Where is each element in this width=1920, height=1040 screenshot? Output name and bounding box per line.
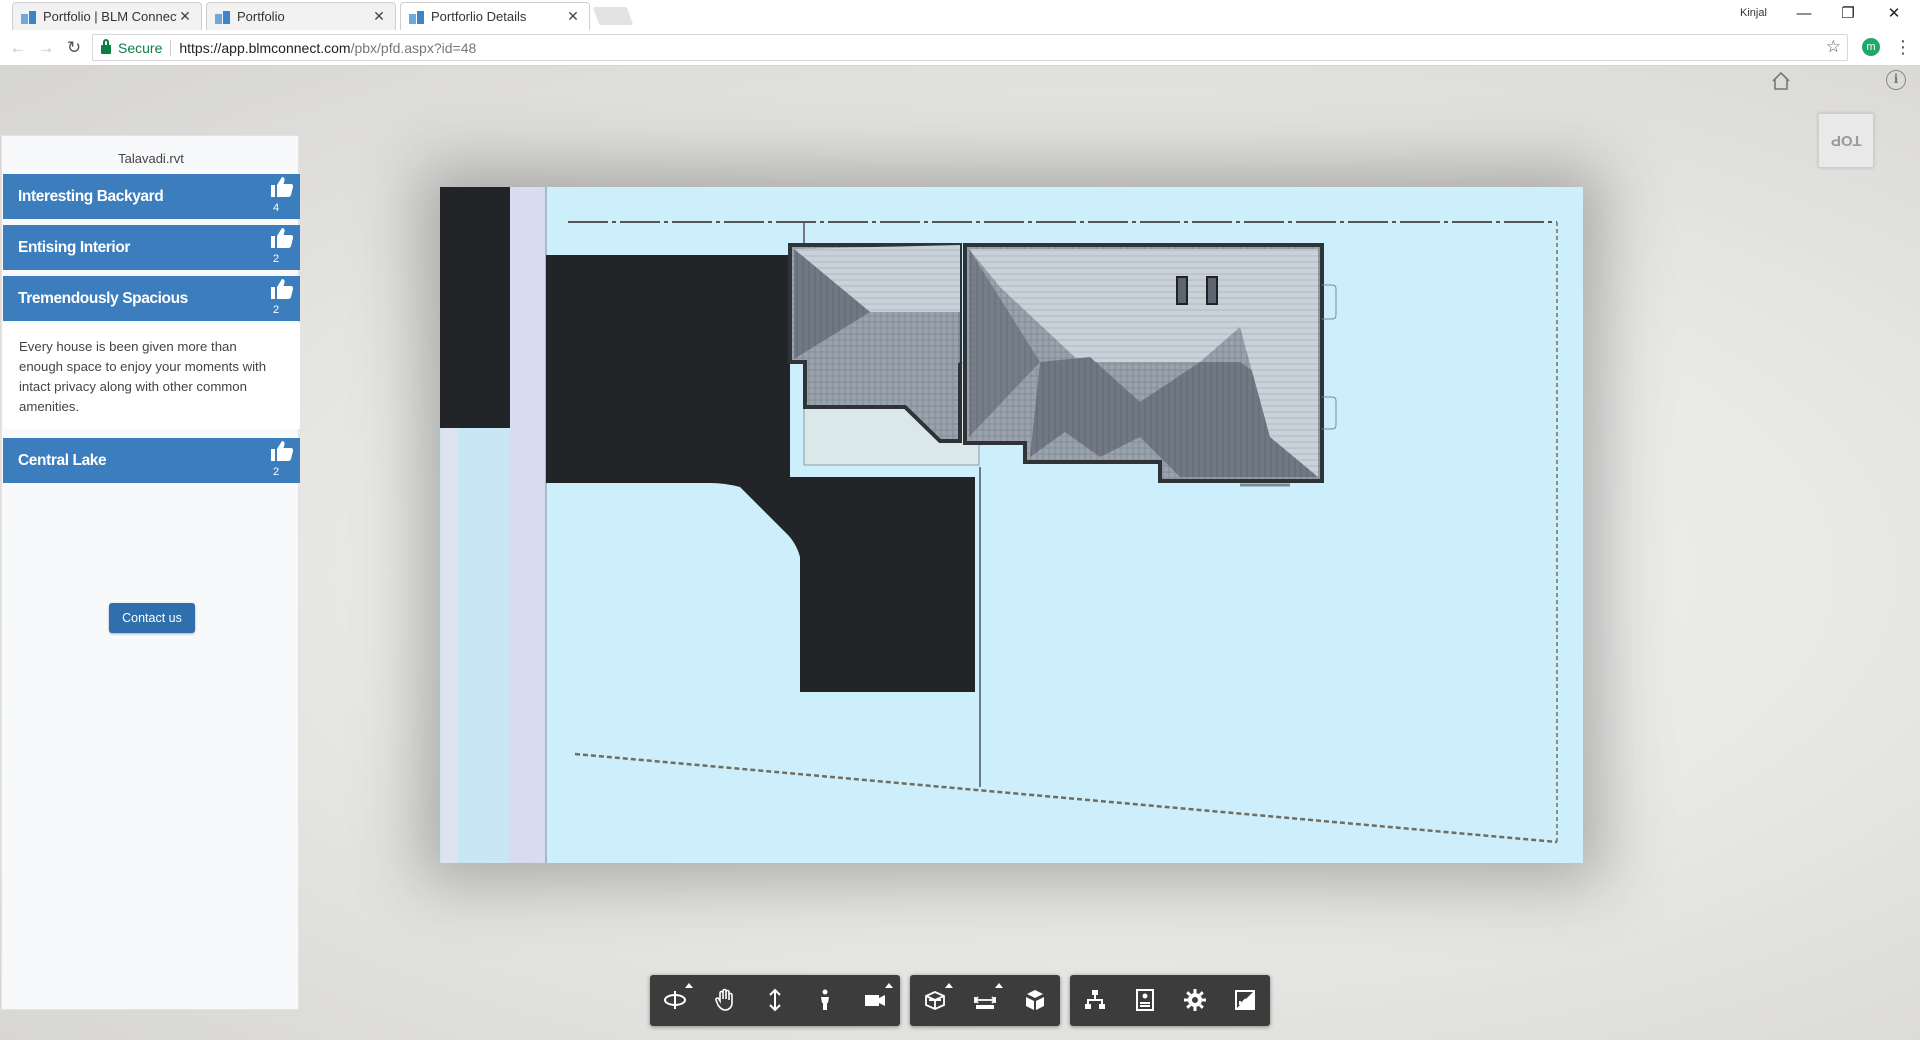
file-name: Talavadi.rvt <box>118 151 184 166</box>
measure-tool-button[interactable] <box>960 975 1010 1026</box>
orbit-tool-button[interactable] <box>650 975 700 1026</box>
properties-icon <box>1136 989 1154 1011</box>
view-cube-label: TOP <box>1830 132 1862 149</box>
tab-title: Portfolio | BLM Connect <box>43 9 177 24</box>
feature-label: Entising Interior <box>18 239 131 256</box>
pan-tool-button[interactable] <box>700 975 750 1026</box>
camera-icon <box>865 995 885 1006</box>
tab-title: Portforlio Details <box>431 9 527 24</box>
road-segment <box>442 428 458 863</box>
sidewalk-strip <box>510 187 546 863</box>
new-tab-button[interactable] <box>592 7 634 25</box>
feature-label: Interesting Backyard <box>18 188 164 205</box>
back-arrow-icon[interactable]: ← <box>6 36 30 60</box>
tab-close-icon[interactable]: ✕ <box>371 8 387 25</box>
feature-interesting-backyard[interactable]: Interesting Backyard 4 <box>3 174 300 219</box>
first-person-tool-button[interactable] <box>800 975 850 1026</box>
profile-name[interactable]: Kinjal <box>1740 7 1767 19</box>
thumbs-up-icon[interactable] <box>270 278 294 300</box>
zoom-tool-button[interactable] <box>750 975 800 1026</box>
view-cube[interactable]: TOP <box>1818 113 1874 168</box>
site-plan-drawing <box>440 187 1558 863</box>
flyout-indicator <box>885 983 893 988</box>
window-close-icon[interactable]: ✕ <box>1876 3 1912 25</box>
measure-icon <box>973 996 997 1009</box>
contact-us-button[interactable]: Contact us <box>109 603 195 633</box>
tab-title: Portfolio <box>237 9 285 24</box>
lock-icon <box>101 39 111 54</box>
like-count: 2 <box>272 466 280 478</box>
like-count: 4 <box>272 202 280 214</box>
extension-icon[interactable]: m <box>1862 38 1880 56</box>
feature-sidebar: Talavadi.rvt Interesting Backyard 4 Enti… <box>1 135 300 1010</box>
feature-label: Tremendously Spacious <box>18 290 188 307</box>
divider <box>170 39 172 56</box>
section-tool-button[interactable] <box>910 975 960 1026</box>
settings-tools <box>1070 975 1270 1026</box>
thumbs-up-icon[interactable] <box>270 176 294 198</box>
thumbs-up-icon[interactable] <box>270 227 294 249</box>
feature-tremendously-spacious[interactable]: Tremendously Spacious 2 <box>3 276 300 321</box>
site-favicon-icon <box>215 10 231 24</box>
section-icon <box>925 991 945 1010</box>
like-count: 2 <box>272 253 280 265</box>
feature-central-lake[interactable]: Central Lake 2 <box>3 438 300 483</box>
feature-label: Central Lake <box>18 452 107 469</box>
model-browser-button[interactable] <box>1070 975 1120 1026</box>
tab-portfolio-details[interactable]: Portforlio Details ✕ <box>400 2 590 30</box>
thumbs-up-icon[interactable] <box>270 440 294 462</box>
like-count: 2 <box>272 304 280 316</box>
tab-portfolio-blm[interactable]: Portfolio | BLM Connect ✕ <box>12 2 202 30</box>
fullscreen-icon <box>1235 990 1255 1010</box>
address-bar[interactable]: Secure https://app.blmconnect.com/pbx/pf… <box>92 34 1848 61</box>
feature-entising-interior[interactable]: Entising Interior 2 <box>3 225 300 270</box>
site-favicon-icon <box>409 10 425 24</box>
info-icon[interactable]: i <box>1886 70 1906 90</box>
browser-menu-icon[interactable]: ⋮ <box>1894 36 1912 60</box>
pan-icon <box>715 988 733 1011</box>
reload-icon[interactable]: ↻ <box>62 36 86 60</box>
model-browser-icon <box>1085 990 1105 1009</box>
road-segment <box>440 187 510 428</box>
settings-icon <box>1184 989 1206 1011</box>
flyout-indicator <box>945 983 953 988</box>
browser-tab-strip: Portfolio | BLM Connect ✕ Portfolio ✕ Po… <box>0 0 1920 30</box>
fullscreen-button[interactable] <box>1220 975 1270 1026</box>
home-icon[interactable] <box>1770 70 1792 92</box>
navigation-tools <box>650 975 900 1026</box>
tab-portfolio[interactable]: Portfolio ✕ <box>206 2 396 30</box>
feature-description: Every house is been given more than enou… <box>3 323 300 429</box>
tab-close-icon[interactable]: ✕ <box>565 8 581 25</box>
bookmark-star-icon[interactable]: ☆ <box>1826 37 1841 57</box>
zoom-icon <box>769 988 781 1012</box>
camera-tool-button[interactable] <box>850 975 900 1026</box>
site-plan-model[interactable] <box>440 187 1583 863</box>
flyout-indicator <box>995 983 1003 988</box>
properties-button[interactable] <box>1120 975 1170 1026</box>
settings-button[interactable] <box>1170 975 1220 1026</box>
browser-toolbar: ← → ↻ Secure https://app.blmconnect.com /… <box>0 30 1920 66</box>
secure-label: Secure <box>118 39 163 56</box>
url-path: /pbx/pfd.aspx?id=48 <box>350 39 477 56</box>
url-host: https://app.blmconnect.com <box>179 39 351 56</box>
flyout-indicator <box>685 983 693 988</box>
first-person-icon <box>821 989 829 1010</box>
orbit-icon <box>664 991 686 1009</box>
model-viewer[interactable]: i TOP Talavadi.rvt Interesting Backyard … <box>0 66 1920 1040</box>
site-favicon-icon <box>21 10 37 24</box>
minimize-icon[interactable]: — <box>1786 3 1822 25</box>
explode-tool-button[interactable] <box>1010 975 1060 1026</box>
explode-icon <box>1026 990 1044 1010</box>
forward-arrow-icon[interactable]: → <box>34 36 58 60</box>
tab-close-icon[interactable]: ✕ <box>177 8 193 25</box>
restore-icon[interactable]: ❐ <box>1830 3 1866 25</box>
model-tools <box>910 975 1060 1026</box>
